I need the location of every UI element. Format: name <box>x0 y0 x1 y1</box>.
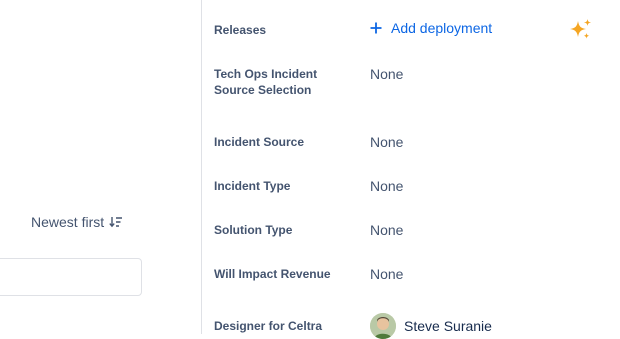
panel-divider <box>201 0 202 334</box>
comment-input[interactable] <box>0 258 142 296</box>
avatar <box>370 313 396 339</box>
sort-order-button[interactable]: Newest first <box>31 212 123 232</box>
sort-descending-icon <box>109 216 123 228</box>
field-label-designer-for-celtra: Designer for Celtra <box>214 319 323 333</box>
add-deployment-button[interactable]: Add deployment <box>370 20 492 36</box>
field-value-solution-type[interactable]: None <box>370 221 403 239</box>
sparkle-icon[interactable] <box>569 18 593 42</box>
add-deployment-label: Add deployment <box>391 20 493 36</box>
field-label-releases: Releases <box>214 23 267 37</box>
sort-order-label: Newest first <box>31 214 105 230</box>
field-label-incident-type: Incident Type <box>214 179 291 193</box>
activity-panel: Newest first <box>0 0 201 334</box>
field-value-will-impact-revenue[interactable]: None <box>370 265 403 283</box>
field-value-incident-type[interactable]: None <box>370 177 403 195</box>
assignee-name: Steve Suranie <box>404 318 492 334</box>
field-value-incident-source[interactable]: None <box>370 133 403 151</box>
field-label-will-impact-revenue: Will Impact Revenue <box>214 267 331 281</box>
field-label-incident-source: Incident Source <box>214 135 305 149</box>
plus-icon <box>370 22 382 34</box>
field-label-solution-type: Solution Type <box>214 223 293 237</box>
field-label-tech-ops-incident-source-selection: Tech Ops Incident Source Selection <box>214 67 318 97</box>
designer-assignee[interactable]: Steve Suranie <box>370 313 492 339</box>
field-value-tech-ops-incident-source-selection[interactable]: None <box>370 65 403 83</box>
